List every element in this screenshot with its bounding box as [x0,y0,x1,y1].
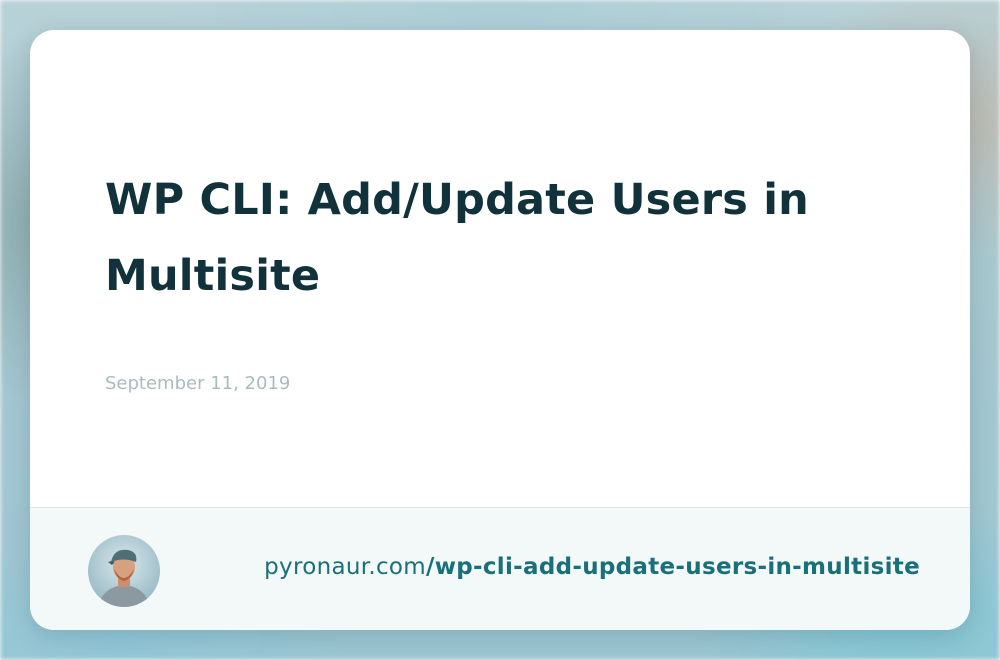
url-domain: pyronaur.com [264,554,427,580]
post-url-link[interactable]: pyronaur.com/wp-cli-add-update-users-in-… [264,554,920,580]
post-title: WP CLI: Add/Update Users in Multisite [105,175,809,301]
avatar-photo-icon [88,535,160,607]
post-date: September 11, 2019 [105,373,291,394]
card-footer: pyronaur.com/wp-cli-add-update-users-in-… [30,507,970,630]
post-card: WP CLI: Add/Update Users in Multisite Se… [30,30,970,630]
author-avatar [88,535,160,607]
url-path: /wp-cli-add-update-users-in-multisite [426,554,920,580]
